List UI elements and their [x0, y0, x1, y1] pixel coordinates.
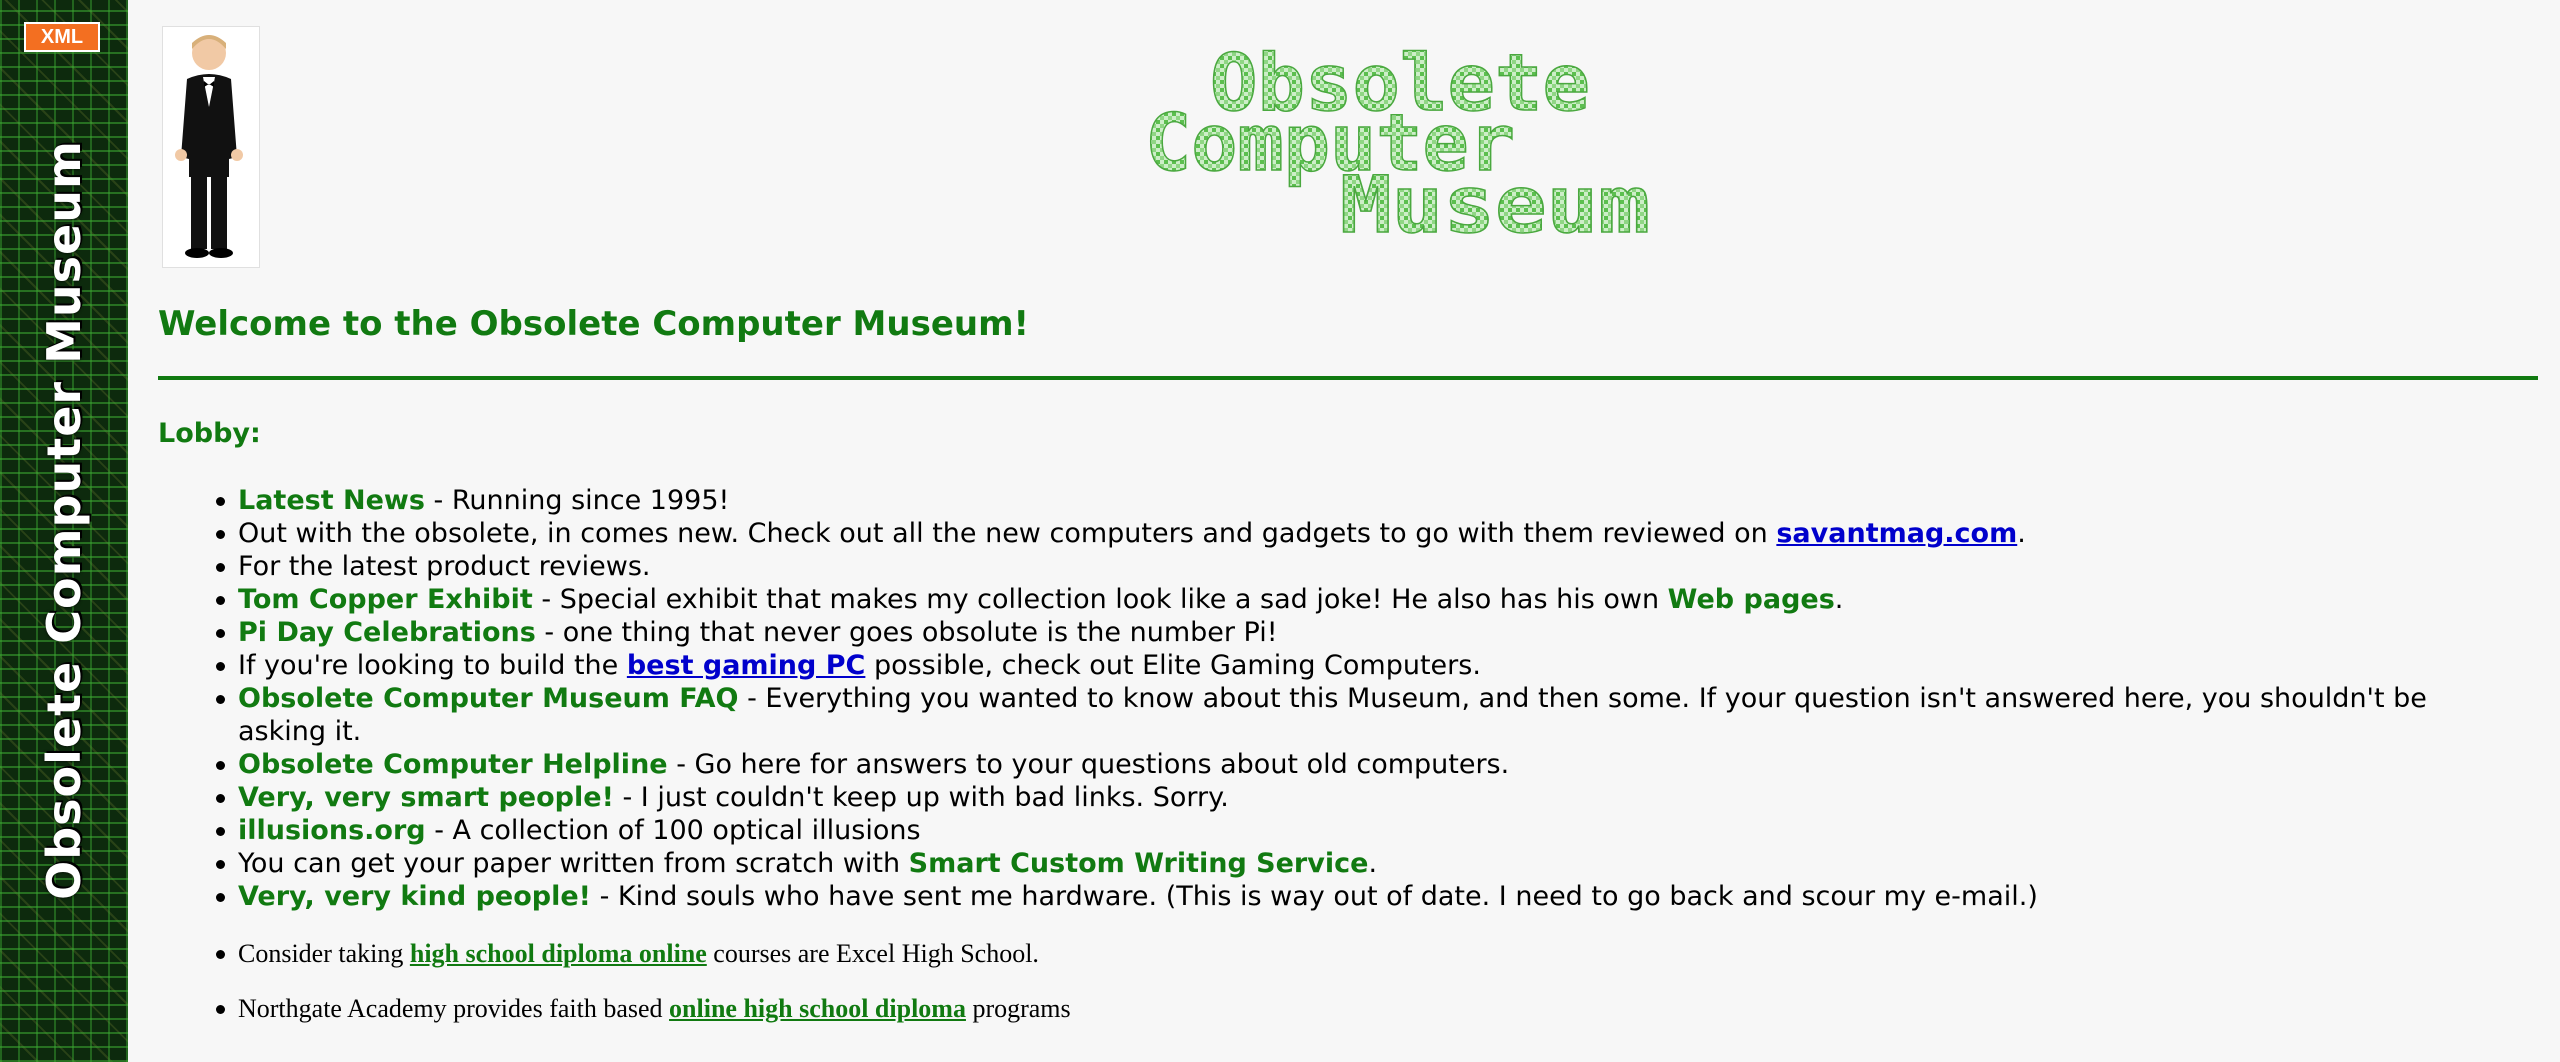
illusions-link[interactable]: illusions.org [238, 815, 426, 846]
xml-feed-badge[interactable]: XML [24, 22, 100, 52]
museum-logo-graphic: Obsolete Computer Museum [1144, 38, 1651, 252]
list-item-text: - Running since 1995! [424, 485, 730, 516]
list-item-text: - one thing that never goes obsolute is … [535, 617, 1278, 648]
sidebar-banner: XML Obsolete Computer Museum [0, 0, 128, 1062]
latest-news-link[interactable]: Latest News [238, 485, 425, 516]
list-item-product-reviews: For the latest product reviews. [216, 550, 2518, 583]
list-item-pi-day: Pi Day Celebrations - one thing that nev… [216, 616, 2518, 649]
online-high-school-diploma-link[interactable]: online high school diploma [669, 994, 966, 1023]
list-item-text: If you're looking to build the [238, 650, 627, 681]
list-item-text: Northgate Academy provides faith based [238, 994, 670, 1023]
boy-in-tuxedo-photo [162, 26, 260, 268]
tom-copper-exhibit-link[interactable]: Tom Copper Exhibit [238, 584, 533, 615]
list-item-text: possible, check out Elite Gaming Compute… [865, 650, 1481, 681]
list-item-text: . [1368, 848, 1378, 879]
list-item-text: Consider taking [238, 939, 410, 968]
boy-figure-image [175, 35, 243, 258]
logo-line-museum: Museum [1340, 161, 1650, 250]
list-item-diploma-online: Consider taking high school diploma onli… [216, 938, 2518, 970]
list-item-latest-news: Latest News - Running since 1995! [216, 484, 2518, 517]
list-item-text: - Kind souls who have sent me hardware. … [591, 881, 2038, 912]
list-item-text: Out with the obsolete, in comes new. Che… [238, 518, 1777, 549]
list-item-text: - A collection of 100 optical illusions [425, 815, 921, 846]
helpline-link[interactable]: Obsolete Computer Helpline [238, 749, 668, 780]
list-item-text: . [2017, 518, 2026, 549]
lobby-heading: Lobby: [158, 418, 261, 449]
sidebar-title: Obsolete Computer Museum [37, 140, 91, 900]
museum-logo: Obsolete Computer Museum [1140, 38, 1660, 252]
best-gaming-pc-link[interactable]: best gaming PC [627, 650, 866, 681]
smart-people-link[interactable]: Very, very smart people! [238, 782, 614, 813]
list-item-text: You can get your paper written from scra… [238, 848, 909, 879]
faq-link[interactable]: Obsolete Computer Museum FAQ [238, 683, 739, 714]
list-item-smart-people: Very, very smart people! - I just couldn… [216, 781, 2518, 814]
list-item-tom-copper: Tom Copper Exhibit - Special exhibit tha… [216, 583, 2518, 616]
pi-day-link[interactable]: Pi Day Celebrations [238, 617, 536, 648]
list-item-text: - Special exhibit that makes my collecti… [532, 584, 1668, 615]
list-item-text: programs [965, 994, 1071, 1023]
list-item-text: - I just couldn't keep up with bad links… [613, 782, 1229, 813]
list-item-writing-service: You can get your paper written from scra… [216, 847, 2518, 880]
page-title: Welcome to the Obsolete Computer Museum! [158, 304, 1030, 344]
list-item-helpline: Obsolete Computer Helpline - Go here for… [216, 748, 2518, 781]
list-item-text: - Go here for answers to your questions … [667, 749, 1510, 780]
list-item-savantmag: Out with the obsolete, in comes new. Che… [216, 517, 2518, 550]
list-item-text: . [1834, 584, 1844, 615]
kind-people-link[interactable]: Very, very kind people! [238, 881, 591, 912]
list-item-northgate: Northgate Academy provides faith based o… [216, 993, 2518, 1025]
lobby-list: Latest News - Running since 1995! Out wi… [216, 484, 2518, 913]
list-item-gaming-pc: If you're looking to build the best gami… [216, 649, 2518, 682]
writing-service-link[interactable]: Smart Custom Writing Service [909, 848, 1369, 879]
list-item-kind-people: Very, very kind people! - Kind souls who… [216, 880, 2518, 913]
list-item-illusions: illusions.org - A collection of 100 opti… [216, 814, 2518, 847]
savantmag-link[interactable]: savantmag.com [1776, 518, 2017, 549]
list-item-text: courses are Excel High School. [706, 939, 1039, 968]
web-pages-link[interactable]: Web pages [1668, 584, 1835, 615]
list-item-faq: Obsolete Computer Museum FAQ - Everythin… [216, 682, 2518, 748]
list-item-text: For the latest product reviews. [238, 551, 651, 582]
high-school-diploma-online-link[interactable]: high school diploma online [410, 939, 707, 968]
sponsor-list: Consider taking high school diploma onli… [216, 938, 2518, 1048]
divider [158, 376, 2538, 380]
